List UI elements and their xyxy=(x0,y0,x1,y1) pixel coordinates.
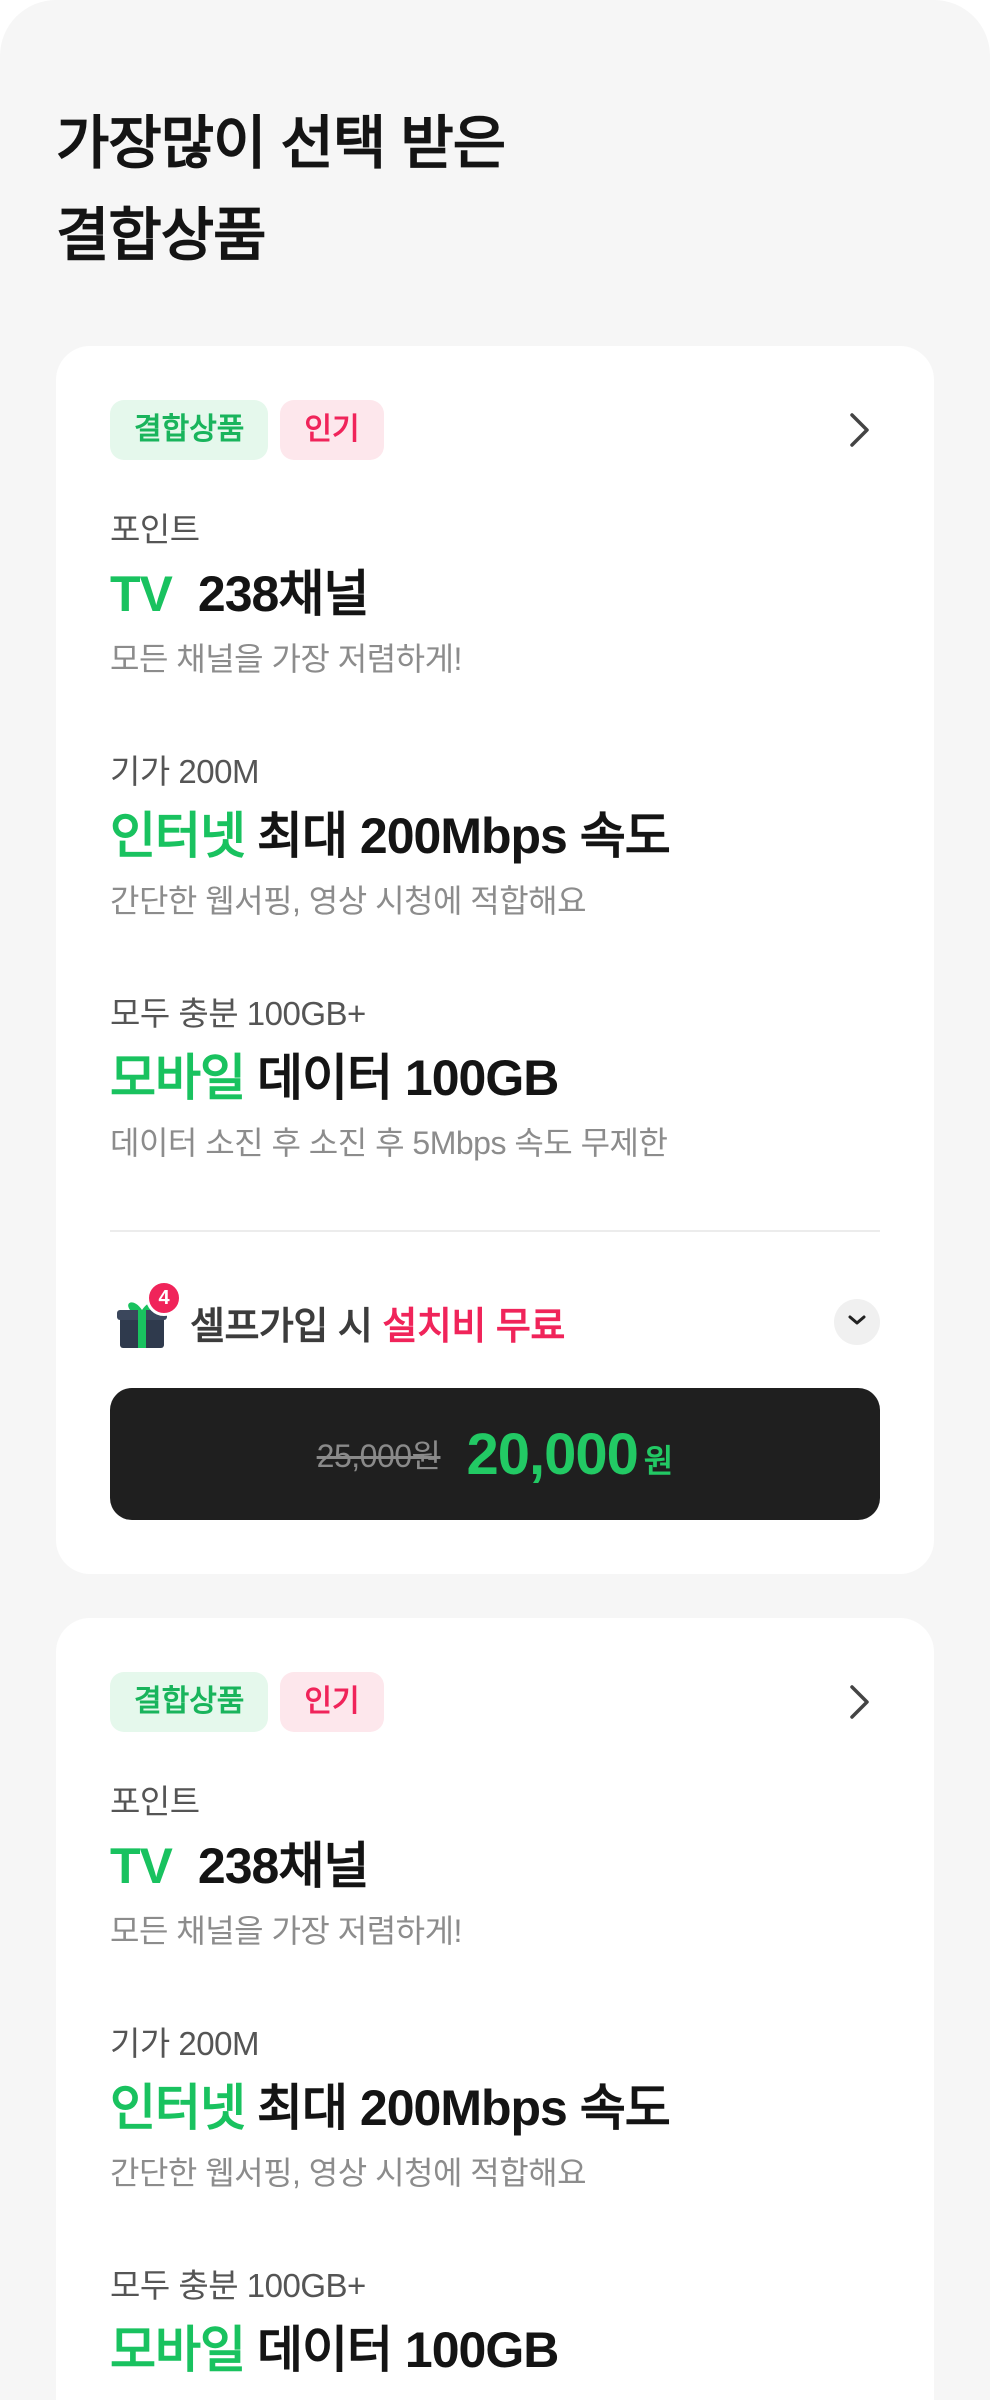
feature-label: 모두 충분 100GB+ xyxy=(110,995,366,1032)
tag-list: 결합상품 인기 xyxy=(110,1672,384,1732)
screen: 가장많이 선택 받은 결합상품 결합상품 인기 포인트 TV 238채널 모든 채… xyxy=(0,0,990,2400)
feature-title: 인터넷 최대 200Mbps 속도 xyxy=(110,2078,880,2138)
feature-title: 인터넷 최대 200Mbps 속도 xyxy=(110,806,880,866)
feature-description: 모든 채널을 가장 저렴하게! xyxy=(110,641,462,677)
promo-text-main: 셀프가입 시 xyxy=(190,1305,373,1348)
tag-list: 결합상품 인기 xyxy=(110,400,384,460)
price-button[interactable]: 25,000원 20,000 원 xyxy=(110,1388,880,1520)
feature-title-text: 238채널 xyxy=(197,566,369,622)
category-tag: 결합상품 xyxy=(110,400,269,460)
original-price: 25,000원 xyxy=(316,1438,441,1474)
feature-description: 간단한 웹서핑, 영상 시청에 적합해요 xyxy=(110,2155,587,2191)
current-price: 20,000 xyxy=(466,1421,638,1487)
product-card[interactable]: 결합상품 인기 포인트 TV 238채널 모든 채널을 가장 저렴하게! 기가 2… xyxy=(56,1618,934,2400)
popular-tag: 인기 xyxy=(280,1672,384,1732)
price-currency: 원 xyxy=(643,1443,674,1479)
feature-accent: 인터넷 xyxy=(110,2080,246,2136)
page-title: 가장많이 선택 받은 결합상품 xyxy=(56,98,506,282)
feature-title: TV 238채널 xyxy=(110,1836,880,1896)
feature-mobile: 모두 충분 100GB+ 모바일 데이터 100GB 데이터 소진 후 소진 후 … xyxy=(110,994,880,1164)
divider xyxy=(110,1230,880,1232)
feature-label: 기가 200M xyxy=(110,2025,259,2062)
feature-description: 모든 채널을 가장 저렴하게! xyxy=(110,1913,462,1949)
product-card[interactable]: 결합상품 인기 포인트 TV 238채널 모든 채널을 가장 저렴하게! 기가 2… xyxy=(56,346,934,1574)
chevron-right-icon[interactable] xyxy=(840,410,880,450)
chevron-down-icon xyxy=(847,1313,867,1331)
feature-tv: 포인트 TV 238채널 모든 채널을 가장 저렴하게! xyxy=(110,510,880,680)
feature-description: 간단한 웹서핑, 영상 시청에 적합해요 xyxy=(110,883,587,919)
feature-title-text: 데이터 100GB xyxy=(257,2322,559,2378)
chevron-right-icon[interactable] xyxy=(840,1682,880,1722)
page-title-line-1: 가장많이 선택 받은 xyxy=(56,111,506,176)
feature-accent: 모바일 xyxy=(110,2322,246,2378)
feature-title: 모바일 데이터 100GB xyxy=(110,1048,880,1108)
gift-icon: 4 xyxy=(116,1280,182,1350)
promo-text: 셀프가입 시 설치비 무료 xyxy=(190,1295,565,1350)
expand-button[interactable] xyxy=(834,1299,880,1345)
feature-accent: TV xyxy=(110,566,173,622)
popular-tag: 인기 xyxy=(280,400,384,460)
feature-accent: 모바일 xyxy=(110,1050,246,1106)
feature-accent: 인터넷 xyxy=(110,808,246,864)
feature-internet: 기가 200M 인터넷 최대 200Mbps 속도 간단한 웹서핑, 영상 시청에… xyxy=(110,2024,880,2194)
page-title-line-2: 결합상품 xyxy=(56,203,266,268)
promo-row[interactable]: 4 셀프가입 시 설치비 무료 xyxy=(116,1280,880,1362)
promo-highlight: 설치비 무료 xyxy=(382,1305,565,1348)
feature-title-text: 238채널 xyxy=(197,1838,369,1894)
feature-title-text: 데이터 100GB xyxy=(257,1050,559,1106)
feature-mobile: 모두 충분 100GB+ 모바일 데이터 100GB xyxy=(110,2266,880,2380)
feature-internet: 기가 200M 인터넷 최대 200Mbps 속도 간단한 웹서핑, 영상 시청에… xyxy=(110,752,880,922)
feature-label: 포인트 xyxy=(110,511,200,548)
feature-title-text: 최대 200Mbps 속도 xyxy=(257,808,671,864)
feature-tv: 포인트 TV 238채널 모든 채널을 가장 저렴하게! xyxy=(110,1782,880,1952)
category-tag: 결합상품 xyxy=(110,1672,269,1732)
feature-description: 데이터 소진 후 소진 후 5Mbps 속도 무제한 xyxy=(110,1125,668,1161)
feature-label: 포인트 xyxy=(110,1783,200,1820)
feature-label: 기가 200M xyxy=(110,753,259,790)
feature-title-text: 최대 200Mbps 속도 xyxy=(257,2080,671,2136)
feature-title: 모바일 데이터 100GB xyxy=(110,2320,880,2380)
feature-accent: TV xyxy=(110,1838,173,1894)
notification-badge: 4 xyxy=(146,1280,182,1316)
feature-label: 모두 충분 100GB+ xyxy=(110,2267,366,2304)
feature-title: TV 238채널 xyxy=(110,564,880,624)
